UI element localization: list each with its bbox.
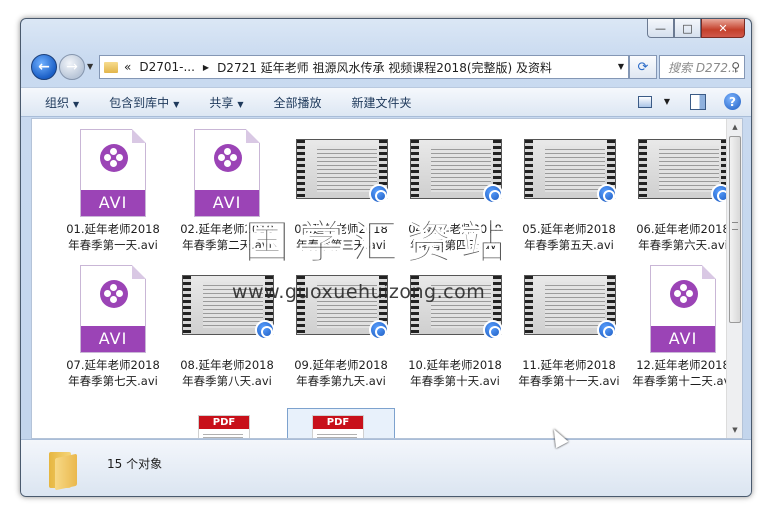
folder-icon — [104, 61, 118, 73]
scroll-up-icon[interactable]: ▲ — [727, 119, 742, 135]
file-name: 07.延年老师2018年春季第七天.avi — [66, 358, 160, 388]
refresh-icon: ⟳ — [637, 59, 649, 75]
scroll-down-icon[interactable]: ▼ — [727, 422, 742, 438]
media-player-icon — [483, 184, 503, 204]
maximize-icon: □ — [682, 21, 693, 35]
file-item[interactable]: PDF — [174, 409, 280, 438]
watermark-url: www.guoxuehuizong.com — [232, 281, 486, 303]
video-thumbnail — [638, 139, 731, 204]
breadcrumb-segment-current[interactable]: D2721 延年老师 祖源风水传承 视频课程2018(完整版) 及资料 — [217, 59, 552, 76]
file-name: 06.延年老师2018年春季第六天.avi — [636, 222, 730, 252]
file-name: 11.延年老师2018年春季第十一天.avi — [518, 358, 620, 388]
details-pane: 15 个对象 — [21, 439, 751, 496]
media-player-icon — [597, 184, 617, 204]
pdf-file-icon: PDF — [198, 415, 250, 438]
file-list: AVI 01.延年老师2018年春季第一天.avi AVI 02.延年老师201… — [31, 118, 743, 439]
pdf-file-icon: PDF — [312, 415, 364, 438]
item-count: 15 个对象 — [107, 457, 163, 471]
back-button[interactable]: ← — [31, 54, 57, 80]
minimize-button[interactable]: — — [647, 19, 674, 38]
preview-pane-icon[interactable] — [690, 93, 706, 110]
file-item[interactable]: 05.延年老师2018年春季第五天.avi — [516, 123, 622, 253]
forward-icon: → — [66, 59, 78, 75]
file-item[interactable]: AVI 12.延年老师2018年春季第十二天.avi — [630, 259, 736, 389]
avi-file-icon: AVI — [80, 265, 146, 353]
search-icon[interactable]: ⚲ — [731, 60, 740, 74]
view-icon[interactable] — [637, 95, 652, 108]
breadcrumb-arrow-icon[interactable]: ▶ — [203, 63, 209, 72]
view-dropdown-icon[interactable]: ▼ — [664, 97, 670, 106]
command-bar: 组织 ▼ 包含到库中 ▼ 共享 ▼ 全部播放 新建文件夹 ▼ ? — [21, 87, 751, 117]
file-item[interactable]: 11.延年老师2018年春季第十一天.avi — [516, 259, 622, 389]
share-menu[interactable]: 共享 ▼ — [209, 94, 243, 111]
close-button[interactable]: ✕ — [701, 19, 745, 38]
file-name: 08.延年老师2018年春季第八天.avi — [180, 358, 274, 388]
file-item[interactable]: 08.延年老师2018年春季第八天.avi — [174, 259, 280, 389]
file-name: 12.延年老师2018年春季第十二天.avi — [632, 358, 734, 388]
refresh-button[interactable]: ⟳ — [629, 55, 657, 79]
media-player-icon — [369, 320, 389, 340]
scrollbar-thumb[interactable] — [729, 136, 741, 323]
file-item[interactable]: PDF — [287, 408, 395, 438]
navigation-bar: ← → ▼ « D2701-... ▶ D2721 延年老师 祖源风水传承 视频… — [29, 52, 745, 82]
avi-file-icon: AVI — [194, 129, 260, 217]
help-icon[interactable]: ? — [724, 93, 741, 110]
file-item[interactable]: 06.延年老师2018年春季第六天.avi — [630, 123, 736, 253]
video-thumbnail — [524, 139, 617, 204]
watermark-title: 国学汇资站 — [244, 215, 514, 270]
file-item[interactable]: 09.延年老师2018年春季第九天.avi — [288, 259, 394, 389]
organize-menu[interactable]: 组织 ▼ — [45, 94, 79, 111]
avi-file-icon: AVI — [80, 129, 146, 217]
file-item[interactable]: AVI 07.延年老师2018年春季第七天.avi — [60, 259, 166, 389]
file-item[interactable]: AVI 01.延年老师2018年春季第一天.avi — [60, 123, 166, 253]
media-player-icon — [369, 184, 389, 204]
address-bar[interactable]: « D2701-... ▶ D2721 延年老师 祖源风水传承 视频课程2018… — [99, 55, 629, 79]
folder-icon — [49, 448, 77, 491]
maximize-button[interactable]: □ — [674, 19, 701, 38]
video-thumbnail — [410, 139, 503, 204]
file-name: 10.延年老师2018年春季第十天.avi — [408, 358, 502, 388]
new-folder-button[interactable]: 新建文件夹 — [352, 94, 412, 111]
minimize-icon: — — [655, 21, 666, 35]
file-name: 01.延年老师2018年春季第一天.avi — [66, 222, 160, 252]
media-player-icon — [483, 320, 503, 340]
vertical-scrollbar[interactable]: ▲ ▼ — [726, 119, 742, 438]
play-all-button[interactable]: 全部播放 — [274, 94, 322, 111]
include-in-library-menu[interactable]: 包含到库中 ▼ — [109, 94, 179, 111]
search-input[interactable]: 搜索 D272... ⚲ — [659, 55, 745, 79]
file-name: 05.延年老师2018年春季第五天.avi — [522, 222, 616, 252]
search-placeholder: 搜索 D272... — [668, 60, 740, 75]
address-dropdown-icon[interactable]: ▼ — [618, 62, 624, 71]
file-item[interactable]: 10.延年老师2018年春季第十天.avi — [402, 259, 508, 389]
video-thumbnail — [524, 275, 617, 340]
file-name: 09.延年老师2018年春季第九天.avi — [294, 358, 388, 388]
recent-pages-dropdown[interactable]: ▼ — [87, 62, 93, 71]
toolbar-right: ▼ ? — [637, 93, 741, 110]
media-player-icon — [255, 320, 275, 340]
caption-buttons: — □ ✕ — [647, 19, 745, 38]
back-icon: ← — [38, 59, 50, 75]
video-thumbnail — [296, 139, 389, 204]
breadcrumb-segment-parent[interactable]: D2701-... — [139, 60, 195, 74]
address-overflow-chevron[interactable]: « — [124, 60, 131, 74]
close-icon: ✕ — [718, 21, 728, 35]
avi-file-icon: AVI — [650, 265, 716, 353]
forward-button[interactable]: → — [59, 54, 85, 80]
media-player-icon — [597, 320, 617, 340]
